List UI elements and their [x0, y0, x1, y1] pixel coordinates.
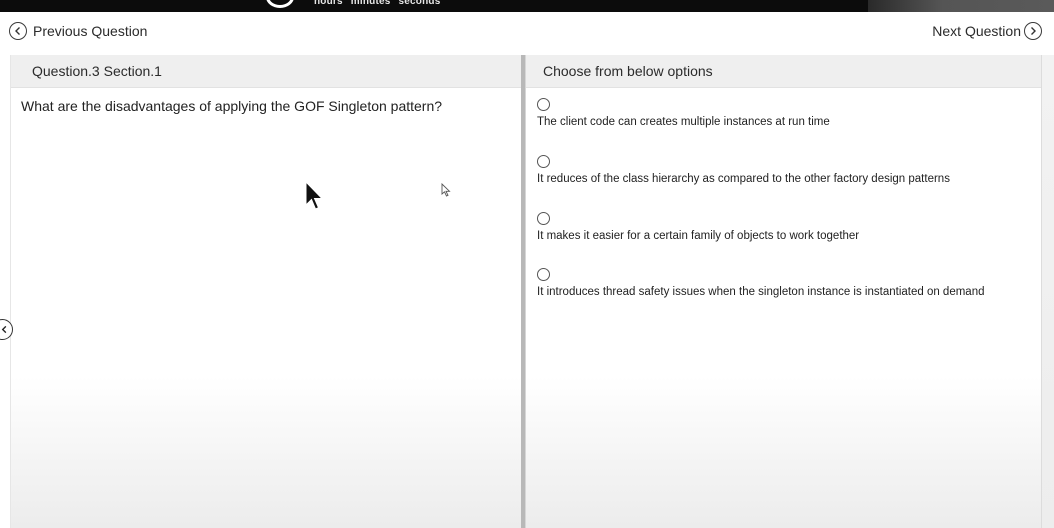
previous-question-label[interactable]: Previous Question — [33, 23, 147, 39]
chevron-left-circle-icon[interactable] — [9, 22, 27, 40]
topbar-blurred-region — [868, 0, 1054, 12]
timer-labels: hours minutes seconds — [314, 0, 445, 7]
timer-minutes-label: minutes — [350, 0, 391, 7]
mouse-pointer-icon — [305, 181, 323, 210]
option-item[interactable]: It introduces thread safety issues when … — [537, 268, 985, 298]
option-radio[interactable] — [537, 268, 550, 281]
option-radio[interactable] — [537, 212, 550, 225]
top-timer-bar: hours minutes seconds — [0, 0, 1054, 12]
timer-seconds-label: seconds — [398, 0, 441, 7]
question-header: Question.3 Section.1 — [11, 55, 522, 88]
mouse-pointer-icon — [441, 183, 451, 197]
chevron-right-circle-icon[interactable] — [1024, 22, 1042, 40]
option-label[interactable]: The client code can creates multiple ins… — [537, 116, 830, 128]
next-question-button[interactable]: Next Question — [932, 22, 1042, 40]
options-panel: Choose from below options The client cod… — [525, 55, 1042, 528]
right-scroll-edge — [1041, 55, 1054, 528]
option-label[interactable]: It makes it easier for a certain family … — [537, 230, 859, 242]
option-item[interactable]: The client code can creates multiple ins… — [537, 98, 830, 128]
previous-question-button[interactable]: Previous Question — [9, 22, 147, 40]
option-label[interactable]: It reduces of the class hierarchy as com… — [537, 173, 950, 185]
question-text: What are the disadvantages of applying t… — [21, 98, 443, 114]
option-item[interactable]: It makes it easier for a certain family … — [537, 212, 859, 242]
clock-icon — [266, 0, 294, 8]
next-question-label[interactable]: Next Question — [932, 23, 1021, 39]
question-panel: Question.3 Section.1 What are the disadv… — [10, 55, 522, 528]
option-item[interactable]: It reduces of the class hierarchy as com… — [537, 155, 950, 185]
option-label[interactable]: It introduces thread safety issues when … — [537, 286, 985, 298]
option-radio[interactable] — [537, 155, 550, 168]
timer-hours-label: hours — [314, 0, 343, 7]
options-header: Choose from below options — [526, 55, 1042, 88]
option-radio[interactable] — [537, 98, 550, 111]
